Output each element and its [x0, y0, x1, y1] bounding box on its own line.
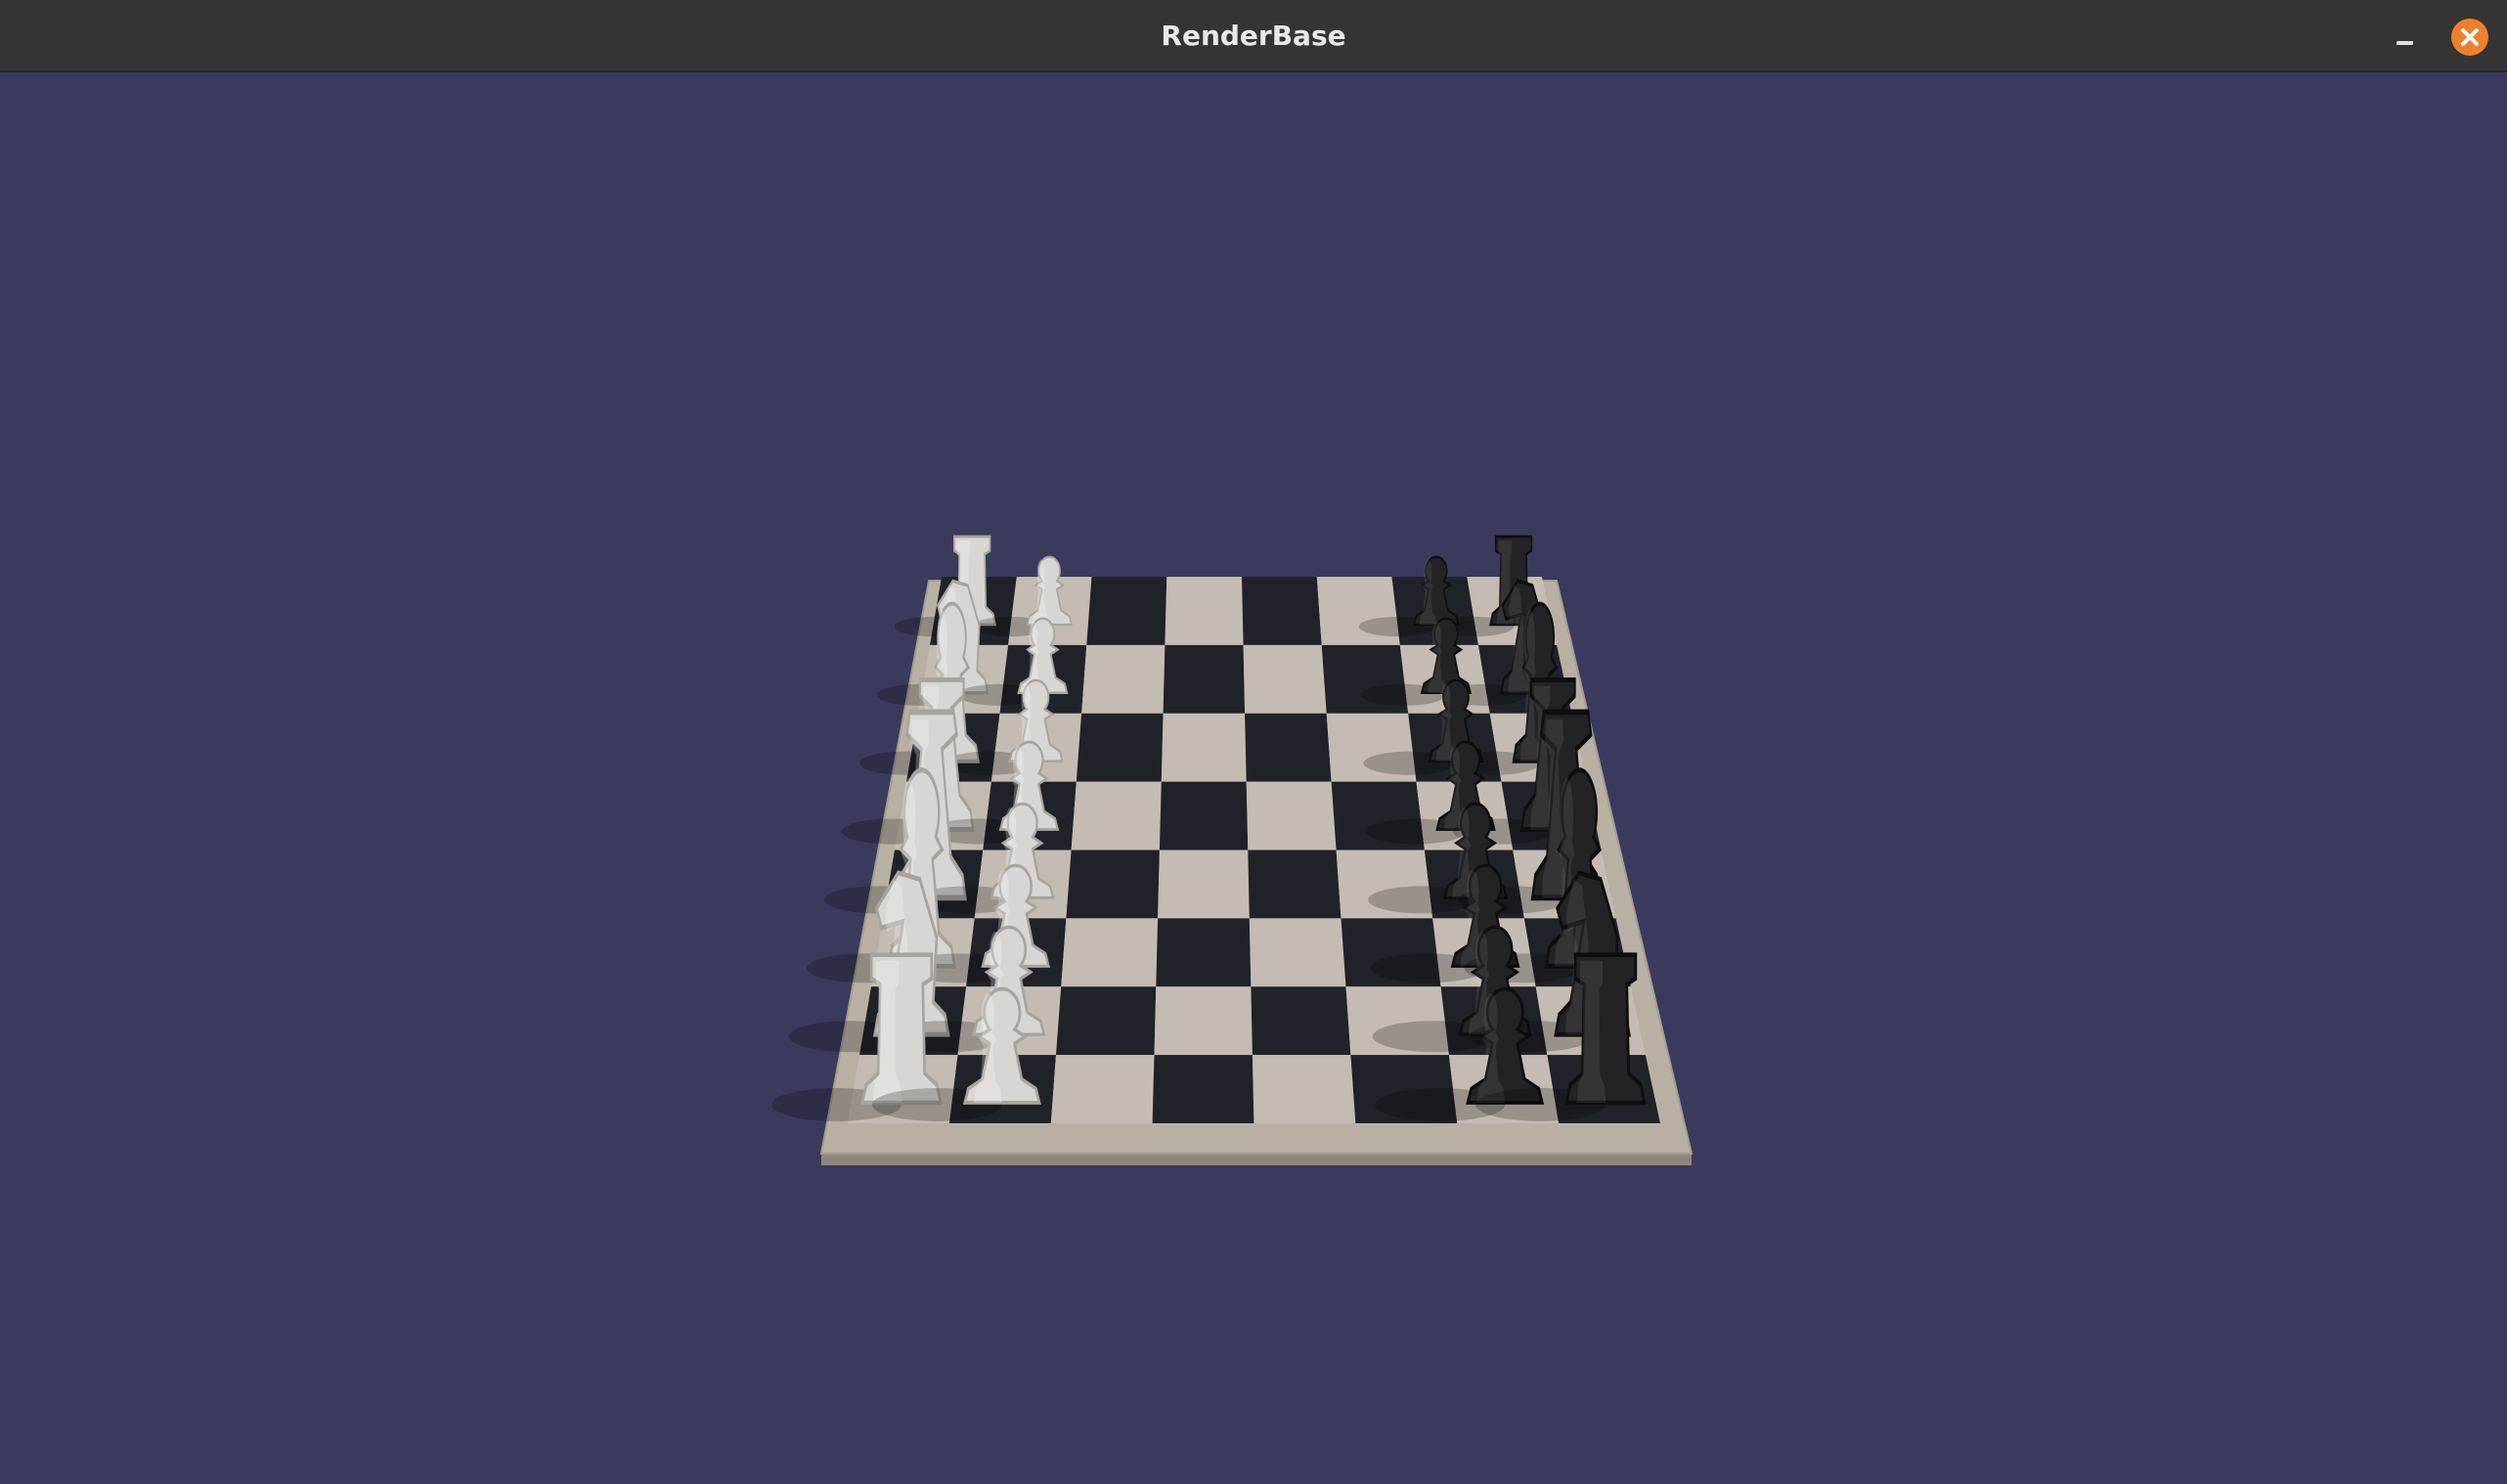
board-square [1248, 850, 1341, 919]
board-square [1081, 644, 1166, 714]
board-square [1050, 1055, 1155, 1123]
board-square [1154, 986, 1253, 1056]
board-square [1159, 781, 1249, 851]
render-viewport[interactable] [0, 74, 2507, 1484]
board-square [1246, 781, 1337, 851]
board-square [1061, 918, 1159, 987]
board-square [1066, 850, 1160, 919]
board-square [1086, 577, 1167, 645]
board-square [1245, 713, 1332, 782]
board-square [1251, 986, 1351, 1056]
board-square [1249, 918, 1346, 987]
board-square [1152, 1055, 1254, 1123]
board-square [1156, 918, 1252, 987]
board-square [1243, 644, 1327, 714]
close-button[interactable] [2451, 19, 2488, 56]
board-square [1161, 713, 1247, 782]
board-frame-edge [821, 1154, 1692, 1165]
board-square [1242, 577, 1322, 645]
close-icon [2461, 28, 2479, 46]
window-title: RenderBase [1161, 20, 1346, 52]
board-square [1165, 577, 1244, 645]
board-square [1163, 644, 1246, 714]
board-square [1252, 1055, 1356, 1123]
board-square [1076, 713, 1164, 782]
title-bar[interactable]: RenderBase [0, 0, 2507, 72]
chess-scene[interactable] [0, 74, 2507, 1484]
board-square [1071, 781, 1162, 851]
board-square [1056, 986, 1157, 1056]
minimize-button[interactable] [2386, 18, 2425, 57]
app-window: RenderBase [0, 0, 2507, 1484]
board-square [1158, 850, 1250, 919]
